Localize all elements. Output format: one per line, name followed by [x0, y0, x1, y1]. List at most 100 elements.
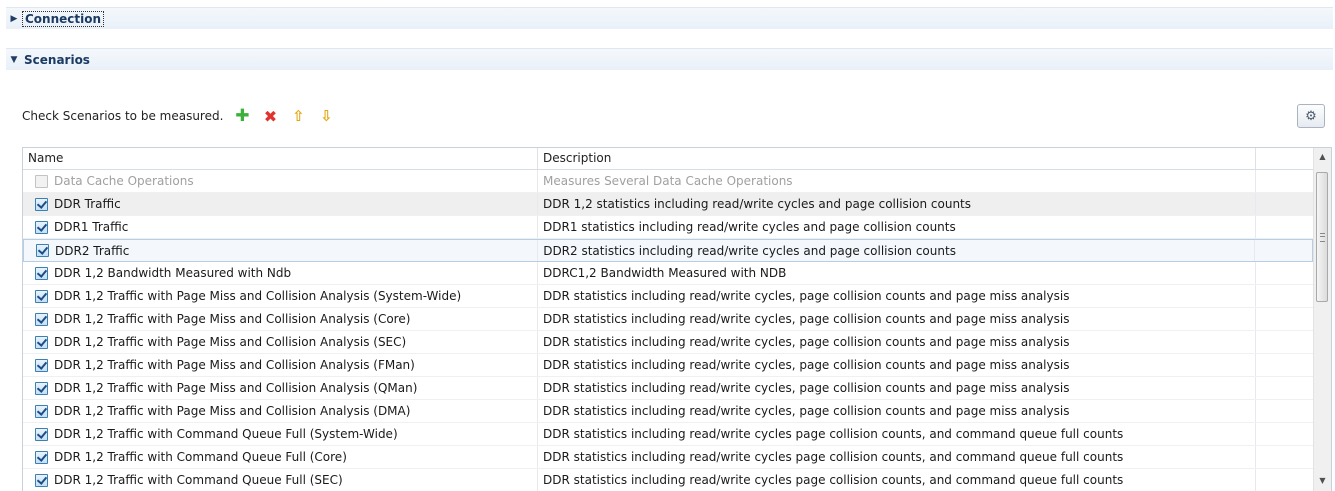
scenario-name: DDR 1,2 Traffic with Page Miss and Colli… — [54, 381, 418, 395]
name-cell[interactable]: DDR Traffic — [23, 193, 538, 215]
move-down-button[interactable]: ⇩ — [315, 106, 337, 126]
scenario-description: DDR statistics including read/write cycl… — [543, 289, 1070, 303]
name-cell[interactable]: DDR 1,2 Traffic with Page Miss and Colli… — [23, 377, 538, 399]
description-cell[interactable]: DDR statistics including read/write cycl… — [538, 469, 1256, 491]
name-cell[interactable]: DDR 1,2 Traffic with Page Miss and Colli… — [23, 331, 538, 353]
description-cell[interactable]: DDRC1,2 Bandwidth Measured with NDB — [538, 262, 1256, 284]
scroll-up-arrow-icon[interactable]: ▲ — [1314, 148, 1331, 165]
name-cell[interactable]: DDR 1,2 Traffic with Page Miss and Colli… — [23, 285, 538, 307]
scenario-name: DDR 1,2 Traffic with Command Queue Full … — [54, 427, 398, 441]
table-row[interactable]: DDR 1,2 Traffic with Command Queue Full … — [23, 469, 1313, 491]
scroll-thumb[interactable] — [1316, 172, 1328, 302]
table-row[interactable]: DDR 1,2 Traffic with Page Miss and Colli… — [23, 308, 1313, 331]
table-row[interactable]: DDR 1,2 Traffic with Page Miss and Colli… — [23, 285, 1313, 308]
name-cell[interactable]: DDR 1,2 Bandwidth Measured with Ndb — [23, 262, 538, 284]
row-checkbox[interactable] — [35, 427, 48, 441]
table-row[interactable]: DDR 1,2 Traffic with Page Miss and Colli… — [23, 354, 1313, 377]
remove-scenario-button[interactable]: ✖ — [259, 106, 281, 126]
section-scenarios-header[interactable]: ▼ Scenarios — [6, 48, 1333, 70]
move-up-button[interactable]: ⇧ — [287, 106, 309, 126]
grip-icon — [1320, 233, 1325, 242]
name-cell[interactable]: Data Cache Operations — [23, 170, 538, 192]
scenario-name: DDR 1,2 Traffic with Page Miss and Colli… — [54, 335, 407, 349]
collapse-triangle-icon[interactable]: ▼ — [6, 55, 22, 65]
row-checkbox[interactable] — [35, 312, 48, 326]
name-cell[interactable]: DDR1 Traffic — [23, 216, 538, 238]
scenario-name: DDR 1,2 Bandwidth Measured with Ndb — [54, 266, 292, 280]
column-header-description[interactable]: Description — [538, 148, 1256, 169]
section-scenarios-label[interactable]: Scenarios — [22, 53, 90, 67]
table-row[interactable]: DDR 1,2 Traffic with Page Miss and Colli… — [23, 331, 1313, 354]
table-row[interactable]: Data Cache Operations Measures Several Da… — [23, 170, 1313, 193]
table-row[interactable]: DDR 1,2 Bandwidth Measured with Ndb DDRC1… — [23, 262, 1313, 285]
table-row[interactable]: DDR Traffic DDR 1,2 statistics including … — [23, 193, 1313, 216]
scenario-name: DDR 1,2 Traffic with Page Miss and Colli… — [54, 404, 411, 418]
arrow-up-icon: ⇧ — [292, 107, 305, 125]
filler-cell — [1256, 262, 1313, 284]
scenario-name: DDR 1,2 Traffic with Command Queue Full … — [54, 450, 347, 464]
name-cell[interactable]: DDR 1,2 Traffic with Page Miss and Colli… — [23, 400, 538, 422]
description-cell[interactable]: DDR statistics including read/write cycl… — [538, 446, 1256, 468]
scenario-name: DDR 1,2 Traffic with Page Miss and Colli… — [54, 289, 462, 303]
table-row[interactable]: DDR 1,2 Traffic with Page Miss and Colli… — [23, 377, 1313, 400]
scenario-description: DDRC1,2 Bandwidth Measured with NDB — [543, 266, 787, 280]
description-cell[interactable]: Measures Several Data Cache Operations — [538, 170, 1256, 192]
description-cell[interactable]: DDR 1,2 statistics including read/write … — [538, 193, 1256, 215]
description-cell[interactable]: DDR statistics including read/write cycl… — [538, 331, 1256, 353]
description-cell[interactable]: DDR2 statistics including read/write cyc… — [538, 240, 1256, 261]
row-checkbox[interactable] — [35, 358, 48, 372]
section-connection-header[interactable]: ▶ Connection — [6, 7, 1333, 29]
row-checkbox[interactable] — [35, 450, 48, 464]
row-checkbox[interactable] — [35, 197, 48, 211]
table-row[interactable]: DDR 1,2 Traffic with Command Queue Full … — [23, 446, 1313, 469]
filler-cell — [1256, 331, 1313, 353]
description-cell[interactable]: DDR statistics including read/write cycl… — [538, 354, 1256, 376]
scenario-name: DDR 1,2 Traffic with Page Miss and Colli… — [54, 312, 411, 326]
column-header-filler — [1256, 148, 1313, 169]
name-cell[interactable]: DDR 1,2 Traffic with Command Queue Full … — [23, 469, 538, 491]
expand-triangle-icon[interactable]: ▶ — [6, 14, 22, 24]
filter-button[interactable]: ⚙ — [1297, 104, 1325, 128]
scenario-description: DDR statistics including read/write cycl… — [543, 450, 1124, 464]
scenario-name: Data Cache Operations — [54, 174, 194, 188]
filler-cell — [1256, 170, 1313, 192]
table-row[interactable]: DDR 1,2 Traffic with Command Queue Full … — [23, 423, 1313, 446]
description-cell[interactable]: DDR statistics including read/write cycl… — [538, 308, 1256, 330]
name-cell[interactable]: DDR2 Traffic — [24, 240, 539, 261]
table-body: Data Cache Operations Measures Several Da… — [23, 170, 1313, 491]
section-connection-label[interactable]: Connection — [22, 10, 105, 27]
row-checkbox[interactable] — [35, 289, 48, 303]
scenario-description: DDR statistics including read/write cycl… — [543, 381, 1070, 395]
scenario-description: DDR statistics including read/write cycl… — [543, 335, 1070, 349]
row-checkbox[interactable] — [35, 266, 48, 280]
row-checkbox[interactable] — [35, 381, 48, 395]
filler-cell — [1256, 446, 1313, 468]
arrow-down-icon: ⇩ — [320, 107, 333, 125]
column-header-name[interactable]: Name — [23, 148, 538, 169]
description-cell[interactable]: DDR statistics including read/write cycl… — [538, 285, 1256, 307]
name-cell[interactable]: DDR 1,2 Traffic with Command Queue Full … — [23, 446, 538, 468]
add-scenario-button[interactable]: ✚ — [231, 106, 253, 126]
row-checkbox[interactable] — [35, 220, 48, 234]
filler-cell — [1256, 469, 1313, 491]
description-cell[interactable]: DDR statistics including read/write cycl… — [538, 400, 1256, 422]
row-checkbox[interactable] — [35, 473, 48, 487]
scenarios-table: Name Description Data Cache Operations Me… — [22, 147, 1332, 491]
filler-cell — [1256, 423, 1313, 445]
name-cell[interactable]: DDR 1,2 Traffic with Page Miss and Colli… — [23, 354, 538, 376]
name-cell[interactable]: DDR 1,2 Traffic with Command Queue Full … — [23, 423, 538, 445]
name-cell[interactable]: DDR 1,2 Traffic with Page Miss and Colli… — [23, 308, 538, 330]
table-row[interactable]: DDR2 Traffic DDR2 statistics including re… — [23, 239, 1313, 262]
row-checkbox[interactable] — [35, 404, 48, 418]
table-row[interactable]: DDR1 Traffic DDR1 statistics including re… — [23, 216, 1313, 239]
description-cell[interactable]: DDR1 statistics including read/write cyc… — [538, 216, 1256, 238]
description-cell[interactable]: DDR statistics including read/write cycl… — [538, 377, 1256, 399]
scenario-description: Measures Several Data Cache Operations — [543, 174, 793, 188]
scroll-down-arrow-icon[interactable]: ▼ — [1314, 472, 1331, 489]
row-checkbox[interactable] — [36, 244, 49, 257]
red-x-icon: ✖ — [263, 106, 278, 126]
vertical-scrollbar[interactable]: ▲ ▼ — [1313, 148, 1331, 491]
description-cell[interactable]: DDR statistics including read/write cycl… — [538, 423, 1256, 445]
table-row[interactable]: DDR 1,2 Traffic with Page Miss and Colli… — [23, 400, 1313, 423]
row-checkbox[interactable] — [35, 335, 48, 349]
